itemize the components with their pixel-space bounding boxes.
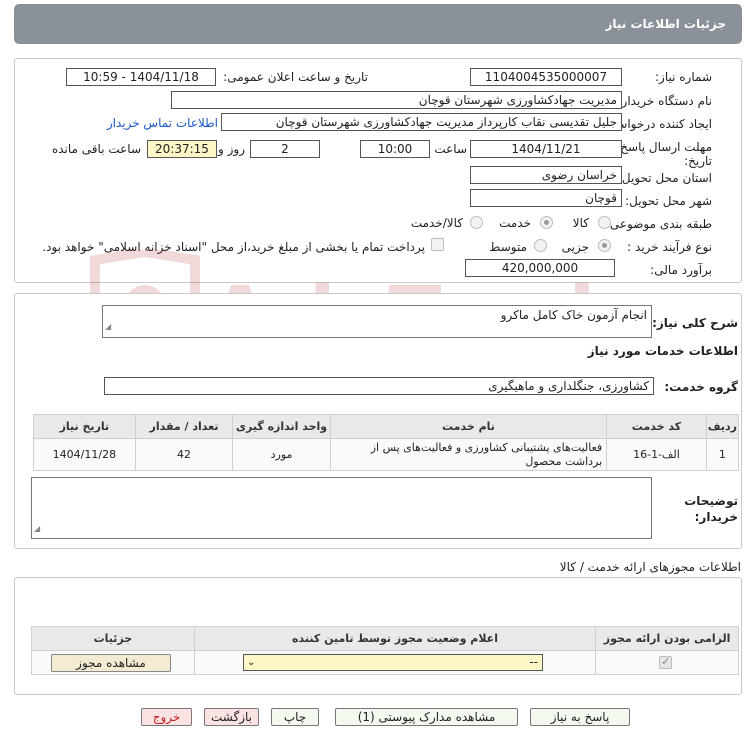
exit-button[interactable]: خروج: [141, 708, 192, 726]
items-table: ردیف کد خدمت نام خدمت واحد اندازه گیری ت…: [33, 414, 740, 471]
cell-row: 1: [705, 438, 740, 471]
buyer-notes-label-1: توضیحات: [684, 494, 738, 508]
province-label: استان محل تحویل:: [617, 171, 712, 185]
category-goods-service-radio[interactable]: [470, 216, 483, 229]
print-button[interactable]: چاپ: [271, 708, 319, 726]
buyer-org-value: مدیریت جهادکشاورزی شهرستان قوچان: [171, 91, 622, 109]
col-name: نام خدمت: [329, 414, 608, 439]
col-qty: تعداد / مقدار: [134, 414, 234, 439]
deadline-date-value: 1404/11/21: [470, 140, 622, 158]
category-goods-label: کالا: [572, 216, 589, 230]
back-button[interactable]: بازگشت: [204, 708, 259, 726]
chevron-down-icon: ⌄: [247, 657, 256, 668]
view-permit-button[interactable]: مشاهده مجوز: [51, 654, 171, 672]
resize-handle-icon: ◢: [105, 322, 112, 331]
summary-label: شرح کلی نیاز:: [652, 316, 738, 330]
need-number-label: شماره نیاز:: [655, 70, 712, 84]
cell-name: فعالیت‌های پشتیبانی کشاورزی و فعالیت‌های…: [329, 438, 608, 471]
attachments-button[interactable]: مشاهده مدارک پیوستی (1): [335, 708, 518, 726]
category-label: طبقه بندی موضوعی:: [605, 217, 712, 231]
category-service-label: خدمت: [499, 216, 531, 230]
permits-table-header: الزامی بودن ارائه مجوز اعلام وضعیت مجوز …: [31, 626, 739, 651]
services-info-label: اطلاعات خدمات مورد نیاز: [587, 344, 738, 358]
remaining-label: ساعت باقی مانده: [51, 142, 141, 156]
permits-title: اطلاعات مجوزهای ارائه خدمت / کالا: [559, 560, 741, 574]
estimate-label: برآورد مالی:: [650, 263, 712, 277]
col-row: ردیف: [705, 414, 740, 439]
col-unit: واحد اندازه گیری: [232, 414, 331, 439]
col-date: تاریخ نیاز: [33, 414, 136, 439]
cell-date: 1404/11/28: [33, 438, 136, 471]
need-number-value: 1104004535000007: [470, 68, 622, 86]
page-header: جزئیات اطلاعات نیاز: [14, 4, 742, 44]
announce-datetime-label: تاریخ و ساعت اعلان عمومی:: [223, 70, 368, 84]
col-code: کد خدمت: [606, 414, 707, 439]
permit-required-checkbox: [659, 655, 672, 669]
cell-qty: 42: [134, 438, 234, 471]
category-goods-service-label: کالا/خدمت: [410, 216, 463, 230]
creator-value: جلیل تقدیسی نقاب کارپرداز مدیریت جهادکشا…: [221, 113, 622, 131]
buyer-notes-label-2: خریدار:: [694, 510, 738, 524]
category-service-radio[interactable]: [540, 216, 553, 229]
city-value: قوچان: [470, 189, 622, 207]
service-group-value: کشاورزی، جنگلداری و ماهیگیری: [104, 377, 654, 395]
deadline-label-date: تاریخ:: [684, 154, 712, 168]
deadline-time-label: ساعت: [434, 142, 467, 156]
province-value: خراسان رضوی: [470, 166, 622, 184]
items-table-header: ردیف کد خدمت نام خدمت واحد اندازه گیری ت…: [33, 414, 740, 439]
permit-status-value: --: [529, 655, 538, 669]
resize-handle-icon: ◢: [34, 524, 41, 533]
col-permit-details: جزئیات: [31, 626, 195, 651]
col-permit-required: الزامی بودن ارائه مجوز: [595, 626, 739, 651]
permit-status-select[interactable]: ⌄ --: [243, 654, 543, 671]
days-and-label: روز و: [218, 142, 245, 156]
page-title: جزئیات اطلاعات نیاز: [605, 17, 726, 31]
buyer-org-label: نام دستگاه خریدار:: [617, 94, 713, 108]
buyer-notes-textarea[interactable]: ◢: [31, 477, 652, 539]
service-group-label: گروه خدمت:: [664, 380, 738, 394]
cell-unit: مورد: [232, 438, 331, 471]
buyer-contact-link[interactable]: اطلاعات تماس خریدار: [107, 116, 218, 130]
announce-datetime-value: 1404/11/18 - 10:59: [66, 68, 216, 86]
summary-textarea[interactable]: انجام آزمون خاک کامل ماکرو ◢: [102, 305, 652, 338]
reply-button[interactable]: پاسخ به نیاز: [530, 708, 630, 726]
days-left-value: 2: [250, 140, 320, 158]
category-goods-radio[interactable]: [598, 216, 611, 229]
city-label: شهر محل تحویل:: [625, 194, 712, 208]
col-permit-status: اعلام وضعیت مجوز توسط تامین کننده: [193, 626, 597, 651]
time-left-value: 20:37:15: [147, 140, 217, 158]
table-row: 1 الف-1-16 فعالیت‌های پشتیبانی کشاورزی و…: [33, 438, 740, 471]
cell-code: الف-1-16: [606, 438, 707, 471]
deadline-time-value: 10:00: [360, 140, 430, 158]
summary-text: انجام آزمون خاک کامل ماکرو: [500, 308, 647, 322]
